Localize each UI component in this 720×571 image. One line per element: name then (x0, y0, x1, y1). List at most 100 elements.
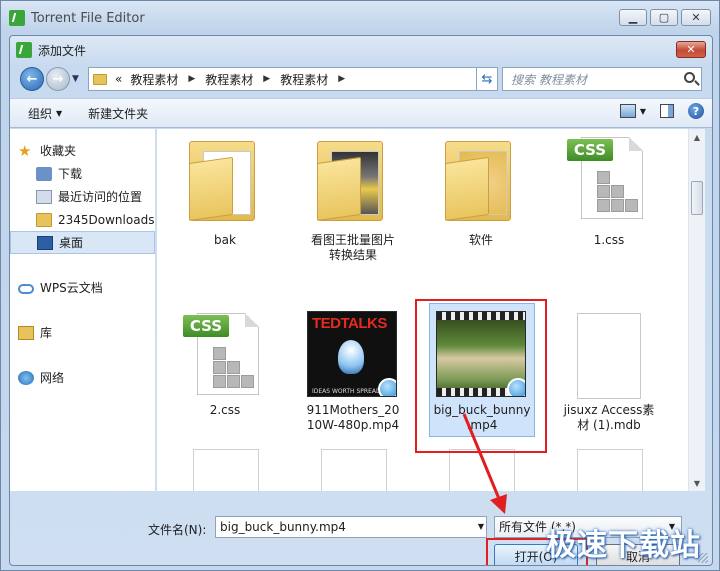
new-folder-button[interactable]: 新建文件夹 (88, 105, 148, 122)
command-bar: 组织 ▼ 新建文件夹 ▼ ? (10, 98, 712, 128)
filename-value: big_buck_bunny.mp4 (220, 520, 346, 534)
file-item-bak[interactable]: bak (165, 137, 285, 267)
library-icon (18, 325, 34, 340)
app-titlebar: Torrent File Editor (9, 7, 145, 29)
sidebar-item-favorites[interactable]: ★ 收藏夹 (10, 139, 155, 162)
chevron-right-icon[interactable]: ▶ (338, 74, 345, 84)
chevron-down-icon: ▼ (639, 106, 646, 116)
highlight-box (415, 299, 547, 453)
window-controls: ▁ ▢ ✕ (619, 9, 711, 26)
file-list: bak 看图王批量图片 转换结果 软件 CSS 1.css CSS 2.css … (157, 129, 688, 491)
file-name-line1: 看图王批量图片 (310, 233, 395, 247)
file-name-line2: 转换结果 (328, 248, 377, 262)
folder-icon (189, 137, 255, 221)
forward-button[interactable]: → (46, 67, 70, 91)
chevron-right-icon[interactable]: ▶ (263, 74, 270, 84)
sidebar-item-label: 桌面 (59, 236, 84, 250)
view-options-button[interactable]: ▼ (619, 104, 646, 118)
desktop-icon (37, 235, 53, 250)
back-button[interactable]: ← (20, 67, 44, 91)
filename-input[interactable]: big_buck_bunny.mp4 ▼ (215, 516, 487, 538)
navigation-pane: ★ 收藏夹 下载 最近访问的位置 2345Downloads 桌面 WPS云文档… (10, 129, 156, 491)
file-item-911mothers[interactable]: TEDTALKS IDEAS WORTH SPREADING 911Mother… (293, 305, 413, 435)
arrow-left-icon: ← (26, 71, 38, 87)
scroll-down-icon[interactable]: ▼ (689, 475, 705, 491)
view-icon (619, 104, 636, 118)
close-icon: ✕ (686, 43, 696, 56)
organize-button[interactable]: 组织 ▼ (28, 105, 62, 122)
sidebar-item-desktop[interactable]: 桌面 (10, 231, 155, 254)
breadcrumb-item[interactable]: 教程素材 (130, 71, 178, 88)
sidebar-item-label: 收藏夹 (40, 144, 77, 158)
file-item-2css[interactable]: CSS 2.css (165, 305, 285, 435)
chevron-right-icon[interactable]: ▶ (188, 74, 195, 84)
chevron-down-icon[interactable]: ▼ (478, 517, 484, 537)
media-badge-icon (378, 378, 396, 396)
sidebar-item-wps-cloud[interactable]: WPS云文档 (10, 276, 155, 299)
minimize-button[interactable]: ▁ (619, 9, 647, 26)
file-name-line1: 911Mothers_20 (306, 403, 400, 417)
dialog-title: 添加文件 (38, 43, 87, 58)
address-overflow[interactable]: « (115, 72, 122, 86)
sidebar-item-label: 最近访问的位置 (58, 190, 143, 204)
sidebar-item-2345downloads[interactable]: 2345Downloads (10, 208, 155, 231)
sidebar-item-recent[interactable]: 最近访问的位置 (10, 185, 155, 208)
help-icon[interactable]: ? (688, 103, 704, 119)
video-thumbnail: TEDTALKS IDEAS WORTH SPREADING (307, 311, 397, 397)
file-name: 2.css (209, 403, 241, 417)
file-item-software[interactable]: 软件 (421, 137, 541, 267)
sidebar-item-label: WPS云文档 (40, 281, 103, 295)
folder-image-icon (317, 137, 383, 221)
css-file-icon: CSS (567, 137, 649, 229)
history-dropdown-icon[interactable]: ▼ (72, 74, 79, 84)
filename-label: 文件名(N): (148, 523, 207, 537)
preview-pane-icon[interactable] (660, 104, 674, 118)
folder-icon (93, 73, 107, 85)
sidebar-item-downloads[interactable]: 下载 (10, 162, 155, 185)
thumbnail-ted-logo: TEDTALKS (312, 315, 387, 332)
file-name-line2: 材 (1).mdb (577, 418, 641, 432)
file-name: bak (214, 233, 236, 247)
sidebar-item-library[interactable]: 库 (10, 321, 155, 344)
sidebar-item-network[interactable]: 网络 (10, 366, 155, 389)
maximize-button[interactable]: ▢ (650, 9, 678, 26)
star-icon: ★ (18, 141, 32, 160)
file-name-line1: jisuxz Access素 (563, 403, 655, 417)
app-window: Torrent File Editor ▁ ▢ ✕ 添加文件 ✕ ← → ▼ «… (0, 0, 720, 571)
search-icon[interactable] (684, 72, 695, 83)
address-bar[interactable]: « 教程素材 ▶ 教程素材 ▶ 教程素材 ▶ ▼ (88, 67, 498, 91)
file-item-1css[interactable]: CSS 1.css (549, 137, 669, 267)
sidebar-item-label: 2345Downloads (58, 212, 155, 227)
file-item-jisuxz-mdb[interactable]: jisuxz Access素 材 (1).mdb (549, 305, 669, 435)
chevron-down-icon: ▼ (56, 108, 63, 118)
file-name: 1.css (593, 233, 625, 247)
document-icon[interactable] (577, 449, 643, 491)
download-icon (36, 166, 52, 181)
lightbulb-icon (338, 340, 364, 374)
document-icon[interactable] (193, 449, 259, 491)
breadcrumb-item[interactable]: 教程素材 (280, 71, 328, 88)
scroll-thumb[interactable] (691, 181, 703, 215)
dialog-titlebar: 添加文件 (16, 40, 86, 60)
close-button[interactable]: ✕ (681, 9, 711, 26)
minimize-icon: ▁ (628, 11, 638, 24)
app-title: Torrent File Editor (31, 10, 145, 26)
scroll-up-icon[interactable]: ▲ (689, 129, 705, 145)
css-file-icon: CSS (183, 313, 265, 405)
cloud-icon (18, 283, 34, 294)
organize-label: 组织 (28, 106, 53, 121)
maximize-icon: ▢ (658, 11, 670, 24)
document-icon[interactable] (321, 449, 387, 491)
vertical-scrollbar[interactable]: ▲ ▼ (688, 129, 705, 491)
breadcrumb-item[interactable]: 教程素材 (205, 71, 253, 88)
dialog-logo-icon (16, 42, 32, 58)
document-icon[interactable] (449, 449, 515, 491)
refresh-icon: ⇆ (481, 71, 493, 87)
dialog-close-button[interactable]: ✕ (676, 41, 706, 58)
app-logo-icon (9, 10, 25, 26)
search-input[interactable]: 搜索 教程素材 (502, 67, 702, 91)
refresh-button[interactable]: ⇆ (476, 67, 498, 91)
search-placeholder: 搜索 教程素材 (511, 72, 587, 87)
sidebar-item-label: 网络 (40, 371, 65, 385)
file-item-image-results[interactable]: 看图王批量图片 转换结果 (293, 137, 413, 267)
